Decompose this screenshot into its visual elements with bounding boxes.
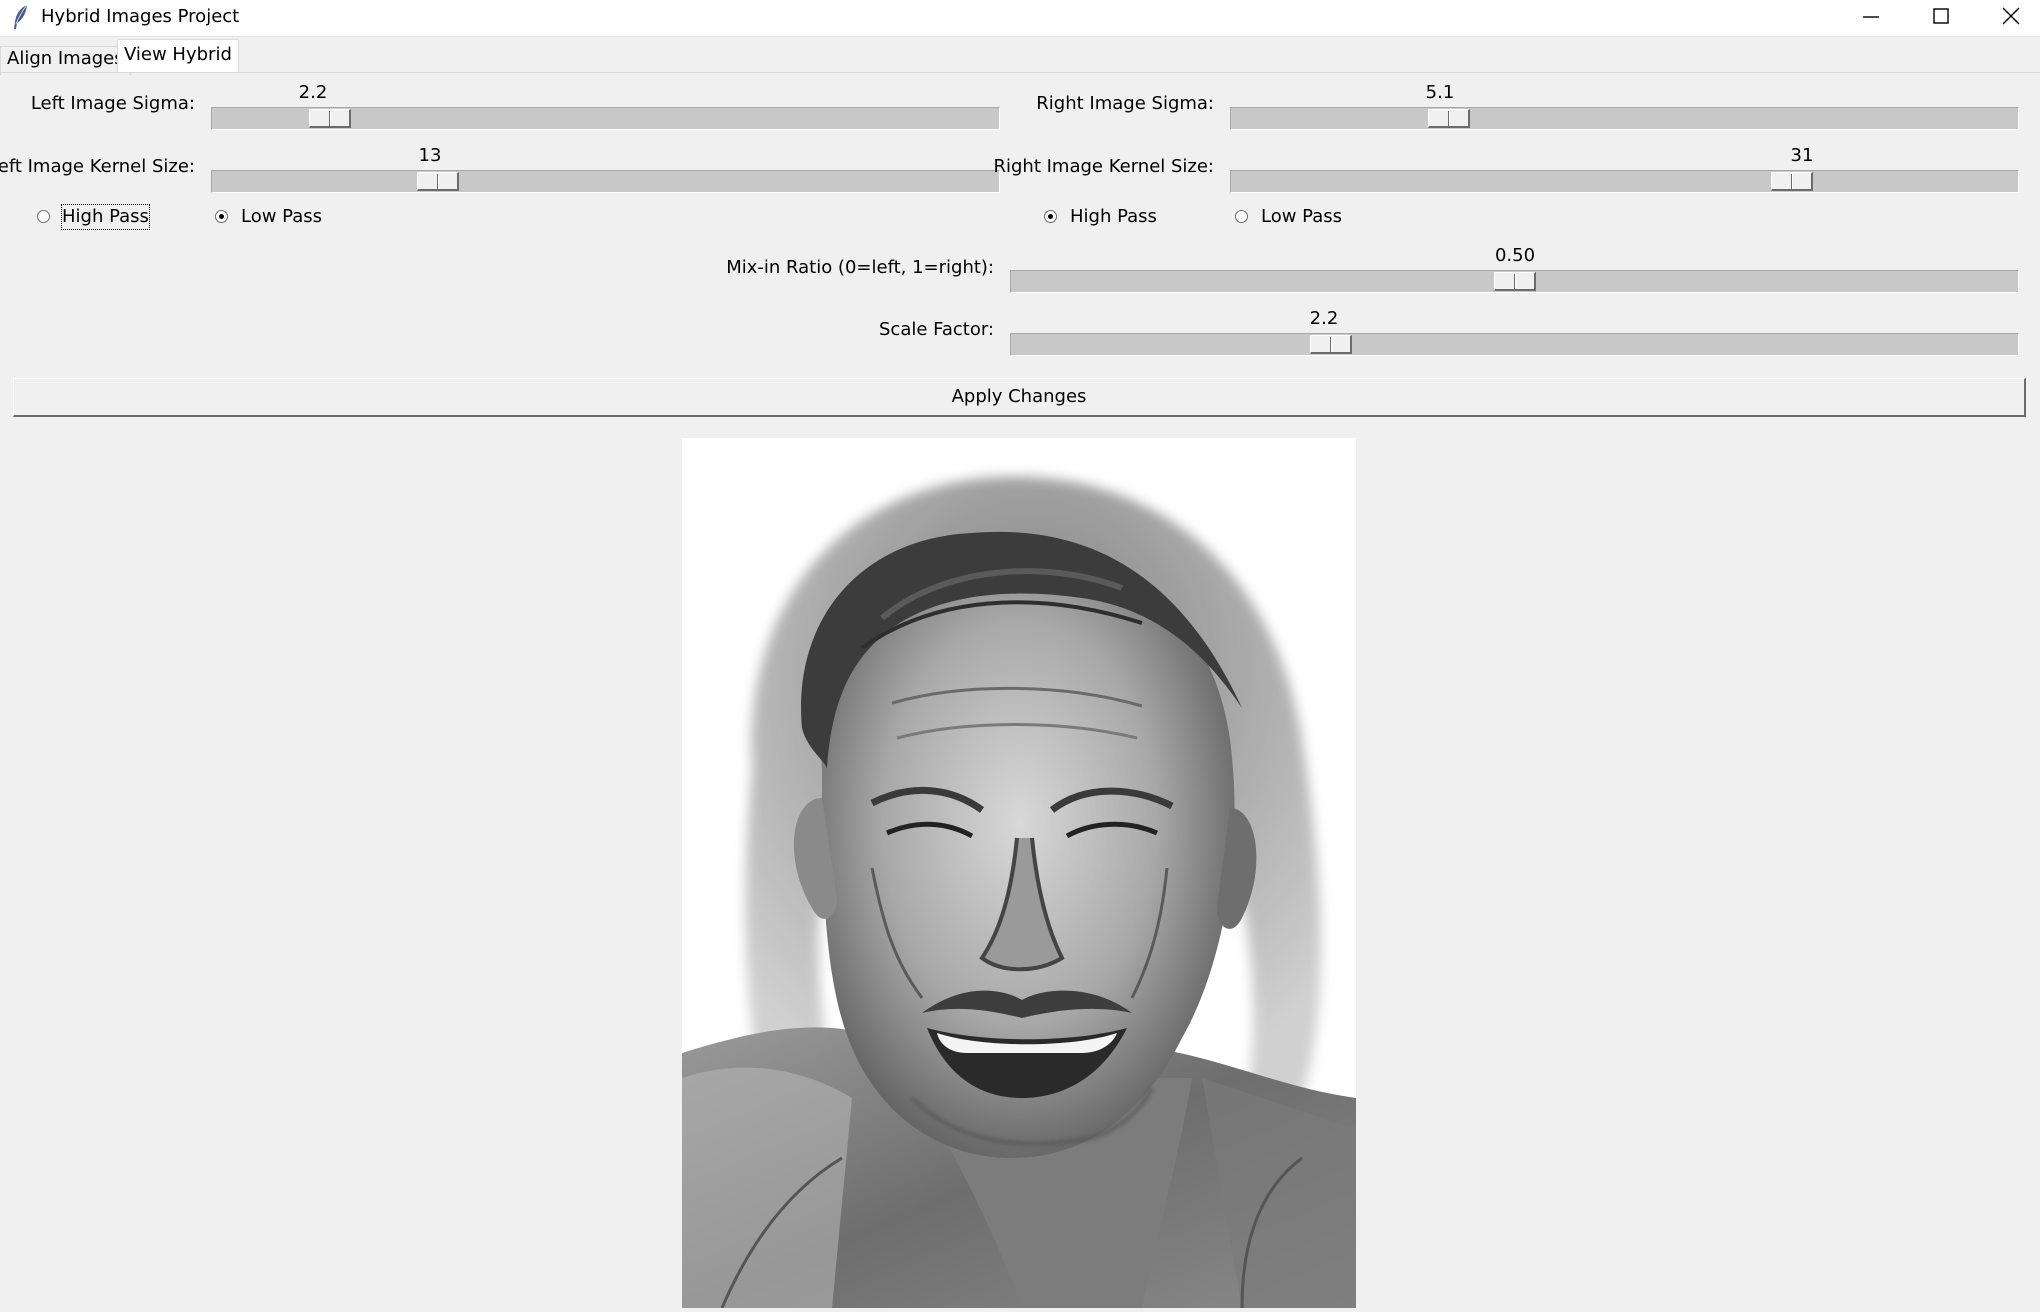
app-window: Hybrid Images Project Align Images View …: [0, 0, 2040, 1312]
left-kernel-value: 13: [418, 145, 442, 166]
right-sigma-value: 5.1: [1425, 82, 1455, 103]
hybrid-image: [682, 438, 1356, 1308]
minimize-button[interactable]: [1836, 0, 1906, 32]
maximize-icon: [1933, 8, 1949, 24]
scale-factor-slider[interactable]: [1010, 333, 2019, 356]
mix-ratio-value: 0.50: [1494, 245, 1536, 266]
left-high-pass-radio[interactable]: [37, 210, 50, 223]
apply-changes-button[interactable]: Apply Changes: [13, 378, 2026, 417]
left-sigma-slider[interactable]: [211, 107, 1000, 130]
left-high-pass-label[interactable]: High Pass: [61, 204, 150, 230]
left-kernel-slider[interactable]: [211, 170, 1000, 193]
maximize-button[interactable]: [1906, 0, 1976, 32]
right-sigma-slider-thumb[interactable]: [1428, 109, 1470, 128]
right-kernel-label: Right Image Kernel Size:: [993, 156, 1215, 177]
tab-divider: [0, 72, 2040, 73]
hybrid-face-image: [682, 438, 1356, 1308]
mix-ratio-slider-thumb[interactable]: [1494, 272, 1536, 291]
right-kernel-value: 31: [1790, 145, 1814, 166]
feather-icon: [14, 4, 28, 29]
tab-bar: Align Images View Hybrid: [0, 38, 2040, 75]
left-sigma-label: Left Image Sigma:: [30, 93, 195, 114]
left-sigma-slider-thumb[interactable]: [309, 109, 351, 128]
window-title: Hybrid Images Project: [41, 6, 240, 27]
title-bar: Hybrid Images Project: [0, 0, 2040, 37]
scale-factor-slider-thumb[interactable]: [1310, 335, 1352, 354]
left-kernel-slider-thumb[interactable]: [417, 172, 459, 191]
mix-ratio-slider[interactable]: [1010, 270, 2019, 293]
left-low-pass-label[interactable]: Low Pass: [241, 205, 322, 229]
right-high-pass-radio[interactable]: [1044, 210, 1057, 223]
tab-align-images[interactable]: Align Images: [0, 46, 131, 75]
right-low-pass-radio[interactable]: [1235, 210, 1248, 223]
scale-factor-label: Scale Factor:: [879, 319, 994, 340]
right-low-pass-label[interactable]: Low Pass: [1261, 205, 1342, 229]
close-icon: [2002, 7, 2020, 25]
right-sigma-label: Right Image Sigma:: [1036, 93, 1214, 114]
left-sigma-value: 2.2: [298, 82, 328, 103]
left-low-pass-radio[interactable]: [215, 210, 228, 223]
right-kernel-slider-thumb[interactable]: [1771, 172, 1813, 191]
minimize-icon: [1863, 16, 1879, 18]
scale-factor-value: 2.2: [1309, 308, 1339, 329]
left-kernel-label: Left Image Kernel Size:: [0, 156, 195, 177]
close-button[interactable]: [1976, 0, 2040, 32]
right-sigma-slider[interactable]: [1230, 107, 2019, 130]
tab-view-hybrid[interactable]: View Hybrid: [117, 39, 239, 72]
mix-ratio-label: Mix-in Ratio (0=left, 1=right):: [726, 257, 994, 278]
right-high-pass-label[interactable]: High Pass: [1070, 205, 1157, 229]
right-kernel-slider[interactable]: [1230, 170, 2019, 193]
